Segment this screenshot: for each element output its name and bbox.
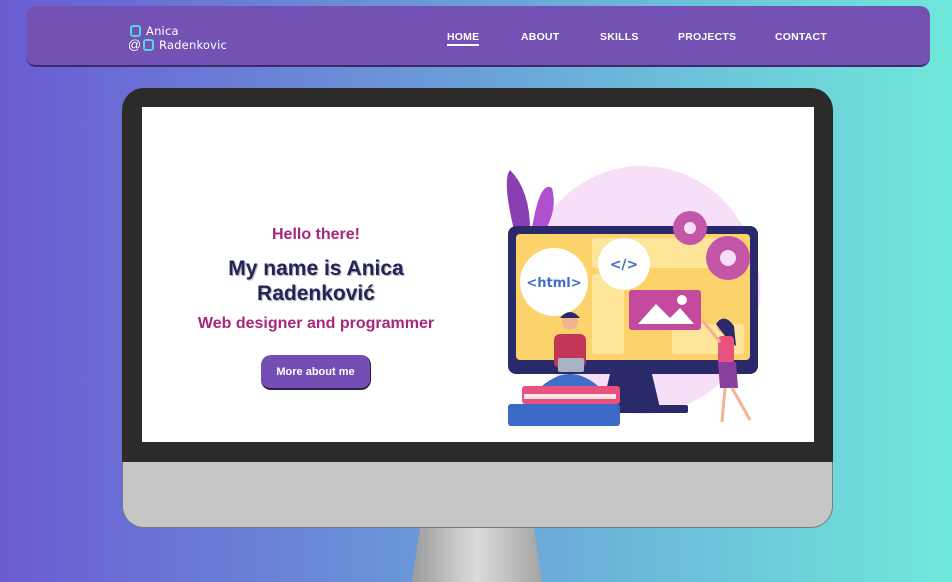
more-about-me-button[interactable]: More about me (261, 355, 371, 390)
nav-link-skills[interactable]: SKILLS (600, 31, 639, 43)
hero-name-line-1: My name is Anica (228, 257, 404, 280)
gear-hub (684, 222, 696, 234)
developer-illustration: <html> </> (506, 166, 760, 426)
nav-link-home[interactable]: HOME (447, 31, 480, 46)
nav-link-about[interactable]: ABOUT (521, 31, 559, 43)
person-standing-skirt (718, 362, 738, 388)
sun-shape (677, 295, 687, 305)
code-tag-label: </> (610, 257, 639, 273)
book-pages (524, 394, 616, 399)
monitor-stand (412, 528, 542, 582)
person-standing-leg (720, 387, 727, 423)
top-navbar: Anica @ Radenkovic HOME ABOUT SKILLS PRO… (26, 6, 930, 67)
monitor-chin (122, 462, 833, 528)
hero-greeting: Hello there! (271, 226, 360, 243)
nav-link-projects[interactable]: PROJECTS (678, 31, 736, 43)
hero-name-line-2: Radenković (257, 282, 375, 305)
laptop-icon (558, 358, 584, 372)
plant-leaf-icon (506, 170, 530, 230)
hero-name: My name is Anica Radenković (176, 256, 456, 306)
gear-hub (720, 250, 736, 266)
html-tag-label: <html> (526, 276, 581, 291)
nav-link-contact[interactable]: CONTACT (775, 31, 827, 43)
person-standing-leg (730, 387, 752, 421)
nav-menu: HOME ABOUT SKILLS PROJECTS CONTACT (26, 31, 930, 46)
hero-role: Web designer and programmer (197, 315, 435, 332)
book-stack-icon (508, 404, 620, 426)
